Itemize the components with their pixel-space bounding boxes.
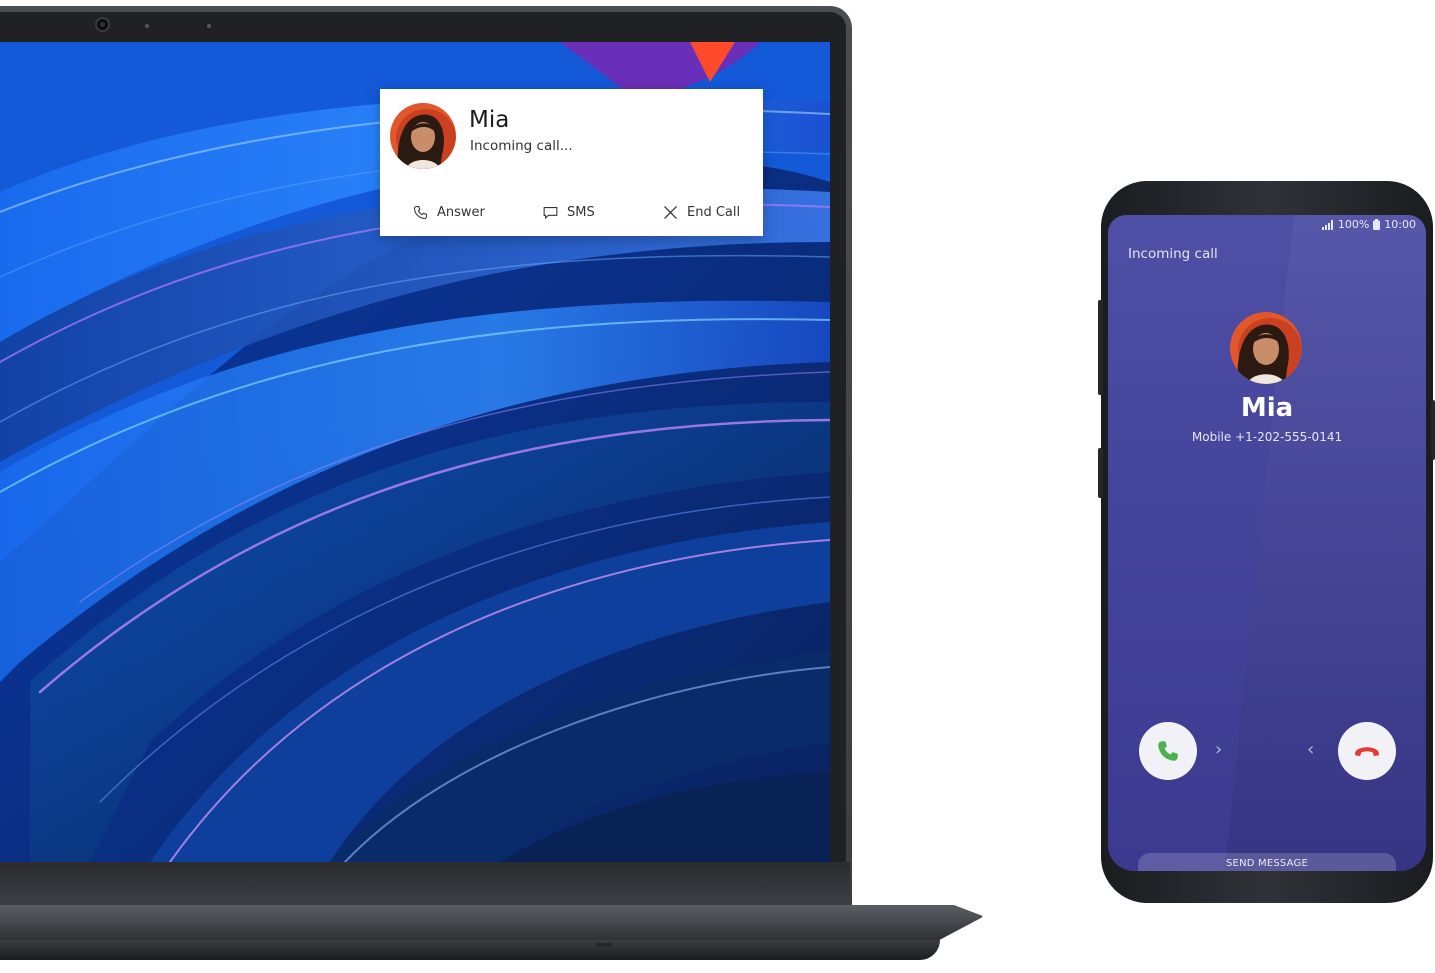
laptop-base-notch xyxy=(596,943,612,947)
laptop-chin xyxy=(0,862,850,908)
decline-call-button[interactable] xyxy=(1338,722,1396,780)
end-call-button[interactable]: End Call xyxy=(662,201,740,223)
laptop-foot xyxy=(0,940,940,960)
phone-answer-icon xyxy=(1158,741,1178,761)
webcam-icon xyxy=(95,17,110,32)
incoming-call-notification[interactable]: Mia Incoming call... Answer SMS End Call xyxy=(380,89,763,236)
sms-button[interactable]: SMS xyxy=(542,201,595,223)
volume-button[interactable] xyxy=(1098,300,1103,395)
phone-decline-icon xyxy=(1355,747,1379,756)
phone-status-bar: 100% 10:00 xyxy=(1321,218,1416,231)
battery-percent: 100% xyxy=(1337,218,1370,231)
battery-icon xyxy=(1373,219,1381,230)
caller-name: Mia xyxy=(1240,393,1294,423)
swipe-left-chevron: ‹ xyxy=(1307,739,1315,760)
end-call-label: End Call xyxy=(687,204,741,220)
message-icon xyxy=(543,206,558,219)
sensor-dot xyxy=(145,24,149,28)
clock: 10:00 xyxy=(1384,218,1416,231)
close-icon xyxy=(664,205,677,219)
bixby-button[interactable] xyxy=(1098,448,1103,498)
phone-screen: 100% 10:00 Incoming call Mia Mobile +1-2… xyxy=(1108,215,1426,871)
caller-number: Mobile +1-202-555-0141 xyxy=(1191,430,1343,444)
sms-label: SMS xyxy=(567,204,595,220)
caller-name: Mia xyxy=(469,107,510,133)
swipe-right-chevron: › xyxy=(1215,739,1223,760)
answer-call-button[interactable] xyxy=(1139,722,1197,780)
answer-button[interactable]: Answer xyxy=(412,201,485,223)
screen-reflection xyxy=(1220,215,1426,871)
laptop-base xyxy=(0,905,984,943)
call-status-text: Incoming call... xyxy=(470,138,573,154)
power-button[interactable] xyxy=(1431,400,1435,460)
sensor-dot xyxy=(207,24,211,28)
caller-avatar xyxy=(1230,312,1302,384)
send-message-button[interactable]: SEND MESSAGE xyxy=(1108,858,1426,869)
incoming-call-label: Incoming call xyxy=(1128,246,1218,262)
caller-avatar xyxy=(390,103,456,169)
signal-icon xyxy=(1321,219,1333,230)
phone-icon xyxy=(413,205,428,219)
answer-label: Answer xyxy=(437,204,485,220)
